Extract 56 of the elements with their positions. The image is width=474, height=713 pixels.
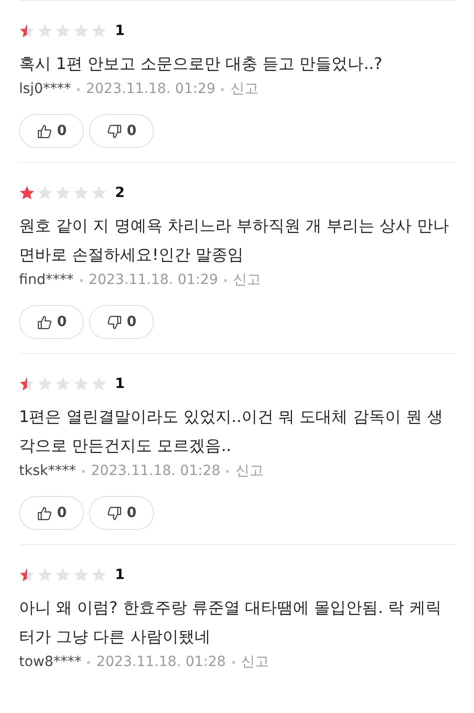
star-icon <box>73 23 89 39</box>
star-icon <box>91 23 107 39</box>
star-icon <box>55 376 71 392</box>
user-id: lsj0**** <box>19 81 71 97</box>
review-date: 2023.11.18. 01:28 <box>96 654 226 670</box>
review-date: 2023.11.18. 01:28 <box>91 463 220 479</box>
star-icon <box>37 567 53 583</box>
thumbs-down-icon <box>106 506 122 520</box>
review-text: 1편은 열린결말이라도 있었지..이건 뭐 도대체 감독이 뭔 생각으로 만든건지도 모르겠음.. <box>19 406 444 457</box>
review-text: 혹시 1편 안보고 소문으로만 대충 듣고 만들었나..? <box>19 53 384 75</box>
thumbs-up-icon <box>37 506 52 520</box>
star-icon <box>19 185 35 201</box>
star-icon <box>91 567 107 583</box>
star-icon <box>91 185 107 201</box>
user-id: tksk**** <box>19 463 76 479</box>
like-button[interactable]: 0 <box>19 305 84 339</box>
star-icon <box>37 23 53 39</box>
user-id: find**** <box>19 272 74 288</box>
rating-score: 1 <box>115 376 125 392</box>
star-icon <box>19 567 35 583</box>
user-id: tow8**** <box>19 654 82 670</box>
rating-score: 1 <box>115 567 125 583</box>
separator-dot-icon <box>226 470 230 472</box>
separator-dot-icon <box>82 470 85 472</box>
like-button[interactable]: 0 <box>19 114 84 148</box>
thumbs-down-icon <box>106 124 122 138</box>
separator-dot-icon <box>221 88 224 90</box>
dislike-button[interactable]: 0 <box>88 305 154 339</box>
rating-score: 1 <box>115 23 125 39</box>
star-icon <box>55 567 71 583</box>
star-icon <box>37 185 53 201</box>
separator-dot-icon <box>232 660 235 664</box>
review-date: 2023.11.18. 01:29 <box>86 81 216 97</box>
thumbs-up-icon <box>37 314 52 330</box>
separator-dot-icon <box>87 660 90 664</box>
like-button[interactable]: 0 <box>19 496 84 530</box>
separator-dot-icon <box>80 278 83 282</box>
star-icon <box>19 376 35 392</box>
star-icon <box>37 376 53 392</box>
rating-score: 2 <box>115 185 125 201</box>
separator-dot-icon <box>76 88 80 90</box>
separator-dot-icon <box>224 278 227 282</box>
star-icon <box>55 23 71 39</box>
star-icon <box>73 185 89 201</box>
thumbs-down-icon <box>106 314 122 330</box>
dislike-button[interactable]: 0 <box>88 496 154 530</box>
star-icon <box>19 23 35 39</box>
thumbs-up-icon <box>37 124 52 138</box>
star-icon <box>73 567 89 583</box>
review-text: 원호 같이 지 명예욕 차리느라 부하직원 개 부리는 상사 만나면바로 손절하세요!인간 말종임 <box>19 215 450 266</box>
dislike-button[interactable]: 0 <box>88 114 154 148</box>
star-icon <box>73 376 89 392</box>
review-date: 2023.11.18. 01:29 <box>88 272 218 288</box>
star-icon <box>55 185 71 201</box>
star-icon <box>91 376 107 392</box>
review-text: 아니 왜 이럼? 한효주랑 류준열 대타땜에 몰입안됨. 락 케릭터가 그냥 다른 사람이됐네 <box>19 597 442 648</box>
